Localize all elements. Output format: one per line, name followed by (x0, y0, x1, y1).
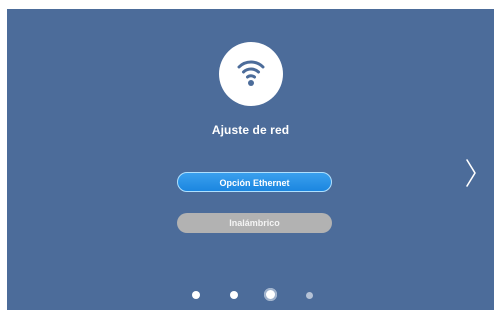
chevron-right-icon[interactable] (465, 158, 477, 193)
page-dot-1[interactable] (192, 291, 200, 299)
page-title: Ajuste de red (211, 123, 290, 137)
wifi-icon (219, 42, 283, 106)
network-settings-screen: Ajuste de red Opción Ethernet Inalámbric… (7, 9, 494, 310)
wifi-icon-graphic (237, 60, 265, 86)
wireless-option-label: Inalámbrico (229, 218, 280, 228)
ethernet-option-label: Opción Ethernet (219, 178, 290, 188)
ethernet-option-button[interactable]: Opción Ethernet (177, 172, 332, 192)
wireless-option-button[interactable]: Inalámbrico (177, 213, 332, 233)
page-dot-4[interactable] (306, 291, 313, 299)
page-indicator (7, 288, 494, 302)
page-dot-3-active[interactable] (264, 288, 277, 301)
page-dot-2[interactable] (230, 291, 238, 299)
